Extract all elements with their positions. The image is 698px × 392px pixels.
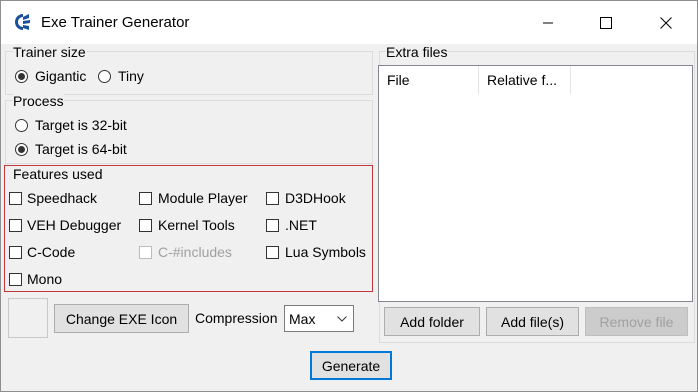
- mono-label[interactable]: Mono: [27, 271, 62, 287]
- speedhack-checkbox[interactable]: [9, 192, 22, 205]
- minimize-button[interactable]: [519, 1, 577, 44]
- dotnet-checkbox[interactable]: [266, 219, 279, 232]
- minimize-icon: [543, 22, 553, 23]
- target-64bit-radio[interactable]: [15, 143, 28, 156]
- tiny-radio-label[interactable]: Tiny: [118, 68, 144, 84]
- c-code-checkbox[interactable]: [9, 246, 22, 259]
- exe-icon-preview: [8, 298, 48, 338]
- gigantic-radio-label[interactable]: Gigantic: [35, 68, 86, 84]
- maximize-button[interactable]: [577, 1, 635, 44]
- add-folder-button[interactable]: Add folder: [384, 307, 480, 336]
- d3dhook-checkbox[interactable]: [266, 192, 279, 205]
- lua-symbols-label[interactable]: Lua Symbols: [285, 244, 366, 260]
- veh-debugger-checkbox[interactable]: [9, 219, 22, 232]
- extra-files-label: Extra files: [386, 44, 448, 60]
- exe-trainer-generator-window: Exe Trainer Generator Trainer size Gigan…: [0, 0, 698, 392]
- c-includes-checkbox: [139, 246, 152, 259]
- module-player-checkbox[interactable]: [139, 192, 152, 205]
- c-includes-label: C-#includes: [158, 244, 232, 260]
- kernel-tools-label[interactable]: Kernel Tools: [158, 217, 235, 233]
- speedhack-label[interactable]: Speedhack: [27, 190, 97, 206]
- d3dhook-label[interactable]: D3DHook: [285, 190, 346, 206]
- kernel-tools-checkbox[interactable]: [139, 219, 152, 232]
- remove-file-button: Remove file: [585, 307, 688, 336]
- close-icon: [660, 16, 672, 29]
- column-header-relative-label: Relative f...: [487, 72, 558, 88]
- extra-files-list[interactable]: File Relative f...: [378, 65, 693, 302]
- compression-value: Max: [289, 310, 316, 327]
- compression-select[interactable]: Max: [284, 305, 354, 332]
- window-title: Exe Trainer Generator: [41, 14, 190, 31]
- module-player-label[interactable]: Module Player: [158, 190, 248, 206]
- maximize-icon: [600, 16, 612, 29]
- close-button[interactable]: [637, 1, 695, 44]
- cheat-engine-icon: [15, 14, 30, 30]
- column-header-relative-folder[interactable]: Relative f...: [479, 66, 571, 94]
- features-used-label: Features used: [13, 166, 103, 182]
- lua-symbols-checkbox[interactable]: [266, 246, 279, 259]
- tiny-radio[interactable]: [98, 70, 111, 83]
- target-32bit-label[interactable]: Target is 32-bit: [35, 117, 127, 133]
- compression-label: Compression: [195, 310, 278, 326]
- change-exe-icon-button[interactable]: Change EXE Icon: [54, 304, 189, 333]
- column-header-file-label: File: [387, 72, 410, 88]
- gigantic-radio[interactable]: [15, 70, 28, 83]
- process-label: Process: [13, 93, 64, 109]
- title-bar[interactable]: Exe Trainer Generator: [1, 1, 697, 44]
- target-64bit-label[interactable]: Target is 64-bit: [35, 141, 127, 157]
- c-code-label[interactable]: C-Code: [27, 244, 75, 260]
- column-header-file[interactable]: File: [379, 66, 479, 94]
- trainer-size-label: Trainer size: [13, 44, 86, 60]
- veh-debugger-label[interactable]: VEH Debugger: [27, 217, 121, 233]
- generate-button[interactable]: Generate: [310, 351, 392, 380]
- mono-checkbox[interactable]: [9, 273, 22, 286]
- dotnet-label[interactable]: .NET: [285, 217, 317, 233]
- chevron-down-icon: [337, 316, 347, 322]
- add-files-button[interactable]: Add file(s): [486, 307, 579, 336]
- target-32bit-radio[interactable]: [15, 119, 28, 132]
